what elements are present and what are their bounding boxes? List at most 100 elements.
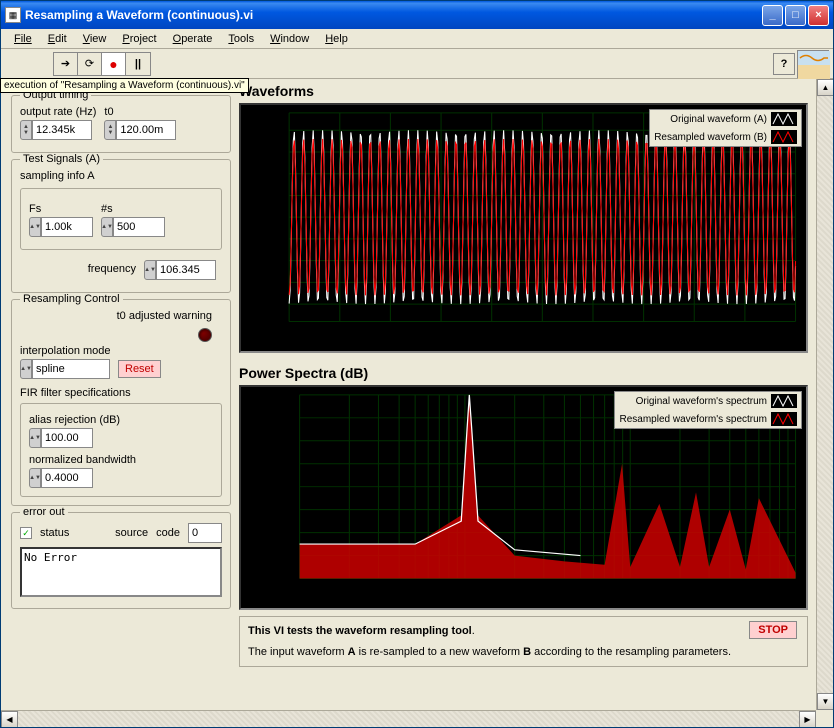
- horizontal-scrollbar[interactable]: ◀ ▶: [1, 710, 816, 727]
- svg-text:Frequency (Hz): Frequency (Hz): [515, 598, 581, 608]
- abort-button[interactable]: ●: [102, 53, 126, 75]
- ns-label: #s: [101, 203, 165, 215]
- svg-text:1k: 1k: [625, 583, 636, 594]
- alias-rej-input[interactable]: [41, 428, 93, 448]
- svg-text:1.0: 1.0: [272, 125, 285, 136]
- error-code-input[interactable]: [188, 523, 222, 543]
- pause-button[interactable]: ||: [126, 53, 150, 75]
- maximize-button[interactable]: □: [785, 5, 806, 26]
- app-icon: ▦: [5, 7, 21, 23]
- context-help-icon[interactable]: [797, 50, 829, 78]
- titlebar[interactable]: ▦ Resampling a Waveform (continuous).vi …: [1, 1, 833, 29]
- waveforms-chart[interactable]: Original waveform (A) Resampled waveform…: [239, 103, 808, 353]
- toolbar: ➔ ⟳ ● || ?: [1, 49, 833, 79]
- svg-text:-120.0: -120.0: [268, 528, 295, 539]
- svg-text:-100.0: -100.0: [268, 505, 295, 516]
- power-spectra-chart[interactable]: Original waveform's spectrum Resampled w…: [239, 385, 808, 610]
- sampling-info-label: sampling info A: [20, 170, 222, 182]
- resampling-control-title: Resampling Control: [20, 293, 123, 305]
- scroll-down-button[interactable]: ▼: [817, 693, 833, 710]
- menu-help[interactable]: Help: [318, 31, 355, 47]
- legend-resampled-b: Resampled waveform (B): [654, 132, 767, 143]
- legend-resampled-spectrum: Resampled waveform's spectrum: [619, 414, 767, 425]
- error-status-checkbox[interactable]: ✓: [20, 527, 32, 539]
- norm-bw-input[interactable]: [41, 468, 93, 488]
- source-label: source: [115, 527, 148, 539]
- spectra-legend: Original waveform's spectrum Resampled w…: [614, 391, 802, 429]
- svg-text:-0.75: -0.75: [263, 278, 285, 289]
- test-signals-title: Test Signals (A): [20, 153, 103, 165]
- status-label: status: [40, 527, 69, 539]
- error-text-output[interactable]: No Error: [20, 547, 222, 597]
- svg-text:-20.0: -20.0: [274, 413, 296, 424]
- help-button[interactable]: ?: [773, 53, 795, 75]
- run-continuous-button[interactable]: ⟳: [78, 53, 102, 75]
- svg-text:10k: 10k: [788, 583, 805, 594]
- output-rate-input[interactable]: [32, 120, 92, 140]
- menubar: File Edit View Project Operate Tools Win…: [1, 29, 833, 49]
- svg-text:-40.0: -40.0: [274, 436, 296, 447]
- error-out-group: error out ✓ status source code No Error: [11, 512, 231, 609]
- info-panel: STOP This VI tests the waveform resampli…: [239, 616, 808, 667]
- ns-spinner[interactable]: ▲▼: [101, 217, 113, 237]
- menu-file[interactable]: File: [7, 31, 39, 47]
- alias-rej-spinner[interactable]: ▲▼: [29, 428, 41, 448]
- svg-text:48.6: 48.6: [381, 326, 399, 337]
- interp-spinner[interactable]: ▲▼: [20, 359, 32, 379]
- menu-view[interactable]: View: [76, 31, 114, 47]
- fs-input[interactable]: [41, 217, 93, 237]
- t0-spinner[interactable]: ▲▼: [104, 120, 116, 140]
- info-line1: This VI tests the waveform resampling to…: [248, 625, 472, 637]
- reset-button[interactable]: Reset: [118, 360, 161, 378]
- t0-label: t0: [104, 106, 176, 118]
- window-title: Resampling a Waveform (continuous).vi: [25, 8, 762, 22]
- scroll-right-button[interactable]: ▶: [799, 711, 816, 727]
- svg-text:0.50: 0.50: [267, 169, 285, 180]
- t0-input[interactable]: [116, 120, 176, 140]
- menu-window[interactable]: Window: [263, 31, 316, 47]
- minimize-button[interactable]: _: [762, 5, 783, 26]
- menu-operate[interactable]: Operate: [166, 31, 220, 47]
- svg-text:0.75: 0.75: [267, 147, 285, 158]
- run-button[interactable]: ➔: [54, 53, 78, 75]
- t0-warning-led: [198, 328, 212, 342]
- info-line2b: is re-sampled to a new waveform: [356, 646, 524, 658]
- norm-bw-spinner[interactable]: ▲▼: [29, 468, 41, 488]
- frequency-label: frequency: [88, 263, 136, 275]
- svg-text:0.0: 0.0: [282, 390, 295, 401]
- execution-tooltip: execution of "Resampling a Waveform (con…: [0, 78, 249, 93]
- svg-text:-0.50: -0.50: [263, 256, 285, 267]
- test-signals-group: Test Signals (A) sampling info A Fs ▲▼ #…: [11, 159, 231, 293]
- close-button[interactable]: ×: [808, 5, 829, 26]
- waveforms-title: Waveforms: [239, 83, 808, 99]
- fs-spinner[interactable]: ▲▼: [29, 217, 41, 237]
- interp-mode-input[interactable]: [32, 359, 110, 379]
- menu-project[interactable]: Project: [115, 31, 163, 47]
- interp-mode-label: interpolation mode: [20, 345, 222, 357]
- output-timing-group: Output timing output rate (Hz) ▲▼ t0 ▲▼: [11, 95, 231, 153]
- scroll-up-button[interactable]: ▲: [817, 79, 833, 96]
- svg-text:48.5: 48.5: [280, 326, 298, 337]
- vertical-scrollbar[interactable]: ▲ ▼: [816, 79, 833, 710]
- code-label: code: [156, 527, 180, 539]
- svg-text:Magnitude (dB): Magnitude (dB): [249, 455, 260, 518]
- error-out-title: error out: [20, 506, 68, 518]
- svg-text:0.25: 0.25: [267, 191, 285, 202]
- stop-button[interactable]: STOP: [749, 621, 797, 639]
- norm-bw-label: normalized bandwidth: [29, 454, 213, 466]
- alias-rej-label: alias rejection (dB): [29, 414, 213, 426]
- scroll-left-button[interactable]: ◀: [1, 711, 18, 727]
- info-line2c: according to the resampling parameters.: [531, 646, 731, 658]
- t0-warn-label: t0 adjusted warning: [117, 310, 212, 322]
- svg-text:10: 10: [294, 583, 304, 594]
- menu-tools[interactable]: Tools: [221, 31, 261, 47]
- power-spectra-title: Power Spectra (dB): [239, 365, 808, 381]
- ns-input[interactable]: [113, 217, 165, 237]
- svg-text:1.2: 1.2: [272, 108, 285, 119]
- svg-text:Time: Time: [531, 341, 553, 351]
- menu-edit[interactable]: Edit: [41, 31, 74, 47]
- fs-label: Fs: [29, 203, 93, 215]
- frequency-input[interactable]: [156, 260, 216, 280]
- frequency-spinner[interactable]: ▲▼: [144, 260, 156, 280]
- output-rate-spinner[interactable]: ▲▼: [20, 120, 32, 140]
